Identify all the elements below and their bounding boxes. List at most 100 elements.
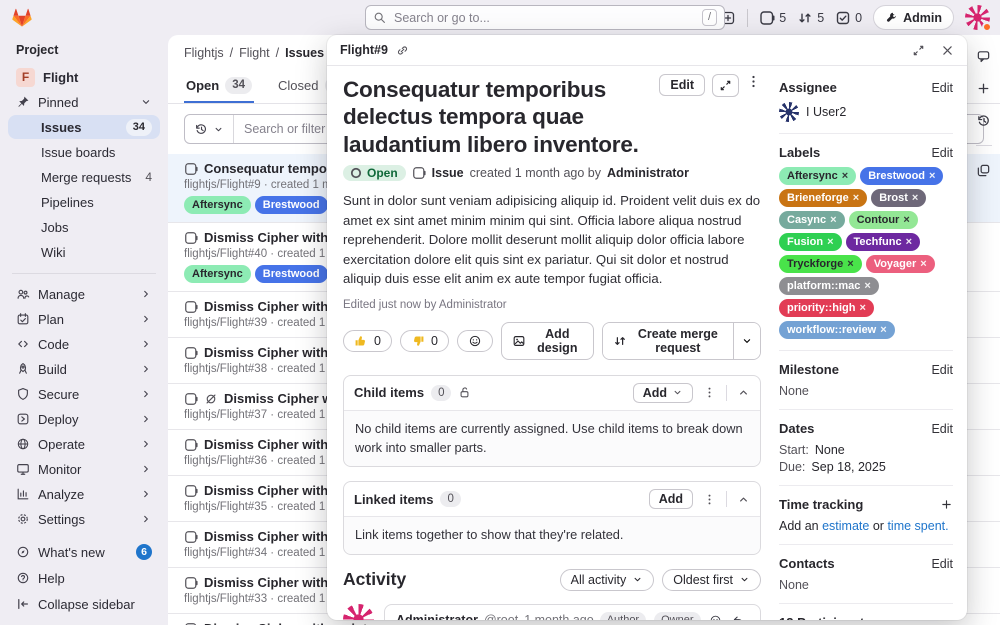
estimate-link[interactable]: estimate [822, 519, 869, 533]
tab-open[interactable]: Open34 [184, 70, 254, 103]
comments-rail-button[interactable] [976, 49, 991, 64]
user-avatar[interactable] [965, 5, 990, 30]
remove-label-icon[interactable]: × [880, 322, 886, 338]
remove-label-icon[interactable]: × [864, 278, 870, 294]
remove-label-icon[interactable]: × [859, 300, 865, 316]
time-spent-link[interactable]: time spent. [887, 519, 948, 533]
sidebar-item-code[interactable]: Code [8, 332, 160, 356]
create-merge-request-button[interactable]: Create merge request [603, 323, 733, 359]
add-rail-button[interactable] [976, 81, 991, 96]
sidebar-item-issues[interactable]: Issues 34 [8, 115, 160, 139]
sidebar-item-manage[interactable]: Manage [8, 282, 160, 306]
help-button[interactable]: Help [8, 566, 160, 590]
label-pill[interactable]: workflow::review× [779, 321, 895, 339]
remove-label-icon[interactable]: × [906, 234, 912, 250]
assignee-edit-button[interactable]: Edit [931, 81, 953, 95]
linked-items-add-button[interactable]: Add [649, 489, 693, 509]
remove-label-icon[interactable]: × [929, 168, 935, 184]
comment-author[interactable]: Administrator [396, 613, 478, 620]
sidebar-item-merge-requests[interactable]: Merge requests 4 [8, 165, 160, 189]
admin-button[interactable]: Admin [873, 5, 954, 30]
merge-requests-counter-button[interactable]: 5 [797, 10, 824, 26]
label-pill[interactable]: Voyager× [866, 255, 935, 273]
open-in-full-page-button[interactable] [712, 74, 739, 97]
activity-filter-dropdown[interactable]: All activity [560, 569, 655, 591]
sidebar-item-analyze[interactable]: Analyze [8, 482, 160, 506]
label-pill[interactable]: Aftersync [184, 196, 251, 214]
recent-searches-dropdown[interactable] [185, 115, 234, 143]
sidebar-item-secure[interactable]: Secure [8, 382, 160, 406]
label-pill[interactable]: Tryckforge× [779, 255, 862, 273]
sidebar-item-monitor[interactable]: Monitor [8, 457, 160, 481]
activity-sort-dropdown[interactable]: Oldest first [662, 569, 761, 591]
related-items-rail-button[interactable] [976, 163, 991, 178]
sidebar-item-project-flight[interactable]: F Flight [8, 65, 160, 89]
milestone-edit-button[interactable]: Edit [931, 363, 953, 377]
sidebar-item-build[interactable]: Build [8, 357, 160, 381]
global-search[interactable]: / [365, 5, 725, 30]
sidebar-item-issue-boards[interactable]: Issue boards [8, 140, 160, 164]
thumbs-down-button[interactable]: 0 [400, 330, 449, 352]
child-items-menu-button[interactable] [703, 386, 716, 399]
sidebar-item-deploy[interactable]: Deploy [8, 407, 160, 431]
label-pill[interactable]: priority::high× [779, 299, 874, 317]
label-pill[interactable]: Casync× [779, 211, 845, 229]
close-drawer-button[interactable] [941, 44, 954, 57]
remove-label-icon[interactable]: × [912, 190, 918, 206]
label-pill[interactable]: Brost× [871, 189, 926, 207]
sidebar-item-pinned[interactable]: Pinned [8, 90, 160, 114]
child-items-collapse-button[interactable] [737, 386, 750, 399]
remove-label-icon[interactable]: × [847, 256, 853, 272]
issue-actions-menu-button[interactable] [746, 74, 761, 89]
breadcrumb-group[interactable]: Flightjs [184, 46, 224, 60]
collapse-sidebar-button[interactable]: Collapse sidebar [8, 592, 160, 616]
whats-new-button[interactable]: What's new6 [8, 540, 160, 564]
label-pill[interactable]: Brieneforge× [779, 189, 867, 207]
label-pill[interactable]: Brestwood [255, 196, 328, 214]
create-mr-dropdown-toggle[interactable] [733, 323, 760, 359]
breadcrumb-project[interactable]: Flight [239, 46, 270, 60]
labels-edit-button[interactable]: Edit [931, 146, 953, 160]
time-tracking-add-button[interactable] [940, 498, 953, 511]
label-pill[interactable]: Aftersync× [779, 167, 856, 185]
label-pill[interactable]: Brestwood× [860, 167, 943, 185]
remove-label-icon[interactable]: × [842, 168, 848, 184]
remove-label-icon[interactable]: × [827, 234, 833, 250]
remove-label-icon[interactable]: × [853, 190, 859, 206]
comment-reply-button[interactable] [732, 614, 745, 620]
sidebar-item-plan[interactable]: Plan [8, 307, 160, 331]
sidebar-item-operate[interactable]: Operate [8, 432, 160, 456]
label-pill[interactable]: Fusion× [779, 233, 842, 251]
dates-edit-button[interactable]: Edit [931, 422, 953, 436]
label-pill[interactable]: Techfunc× [846, 233, 921, 251]
copy-link-button[interactable] [396, 44, 409, 57]
gitlab-logo-icon[interactable] [10, 6, 34, 30]
author-link[interactable]: Administrator [607, 166, 689, 180]
remove-label-icon[interactable]: × [903, 212, 909, 228]
add-design-button[interactable]: Add design [501, 322, 594, 360]
label-pill[interactable]: Contour× [849, 211, 918, 229]
remove-label-icon[interactable]: × [830, 212, 836, 228]
todos-counter-button[interactable]: 0 [835, 10, 862, 26]
expand-drawer-button[interactable] [912, 44, 925, 57]
assignee-name[interactable]: I User2 [806, 105, 846, 119]
linked-items-menu-button[interactable] [703, 493, 716, 506]
child-items-add-button[interactable]: Add [633, 383, 693, 403]
sidebar-item-pipelines[interactable]: Pipelines [8, 190, 160, 214]
remove-label-icon[interactable]: × [920, 256, 926, 272]
comment-emoji-button[interactable] [709, 614, 722, 620]
global-search-input[interactable] [392, 10, 696, 26]
issues-counter-button[interactable]: 5 [759, 10, 786, 26]
sidebar-item-wiki[interactable]: Wiki [8, 240, 160, 264]
sidebar-item-settings[interactable]: Settings [8, 507, 160, 531]
sidebar-item-jobs[interactable]: Jobs [8, 215, 160, 239]
label-pill[interactable]: Brestwood [255, 265, 328, 283]
add-emoji-button[interactable] [457, 330, 493, 352]
linked-items-collapse-button[interactable] [737, 493, 750, 506]
label-pill[interactable]: platform::mac× [779, 277, 879, 295]
label-pill[interactable]: Aftersync [184, 265, 251, 283]
history-rail-button[interactable] [976, 113, 991, 128]
contacts-edit-button[interactable]: Edit [931, 557, 953, 571]
thumbs-up-button[interactable]: 0 [343, 330, 392, 352]
edit-issue-button[interactable]: Edit [659, 74, 705, 96]
